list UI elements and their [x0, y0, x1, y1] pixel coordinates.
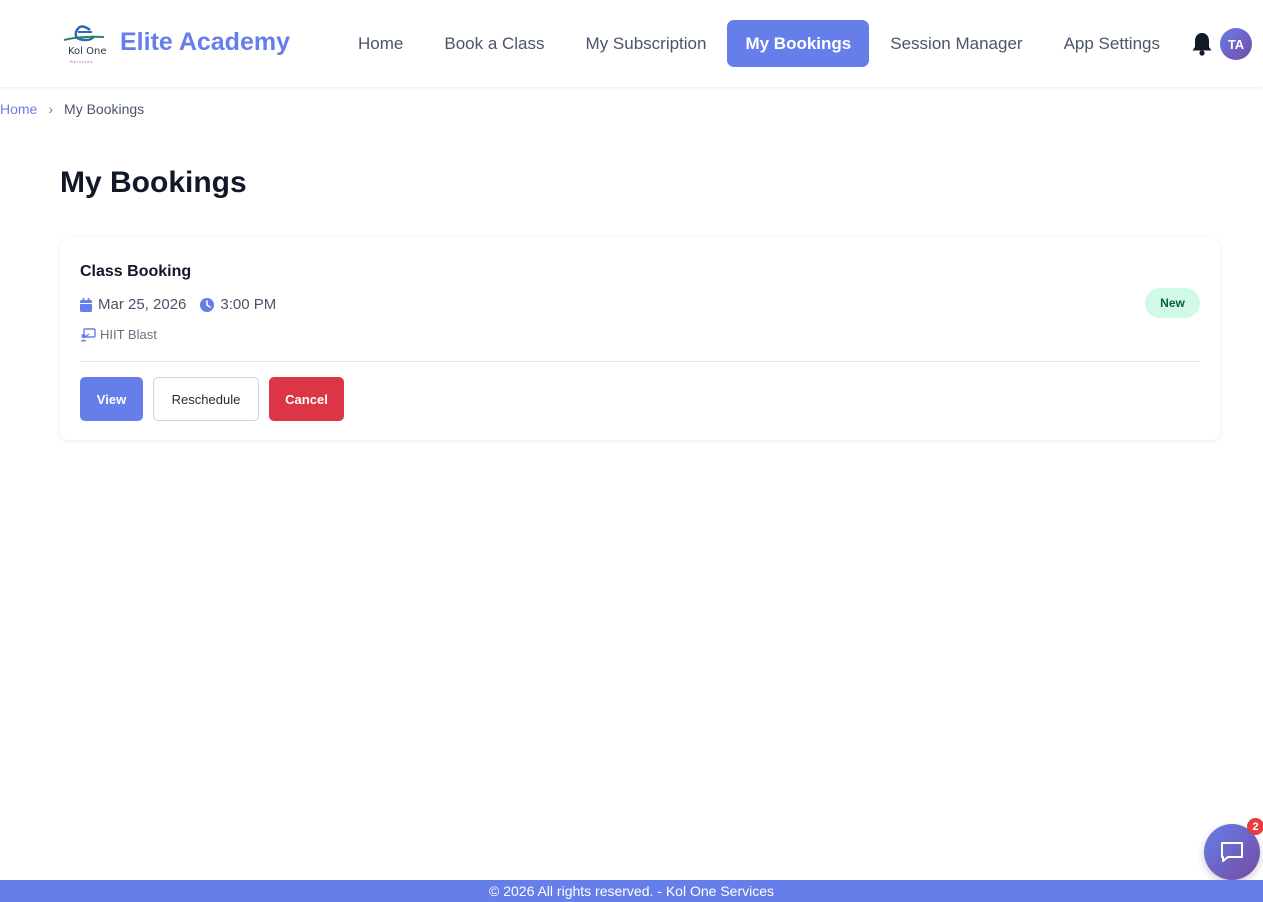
view-button[interactable]: View	[80, 377, 143, 421]
user-avatar[interactable]: TA	[1220, 28, 1252, 60]
nav-item-my-subscription[interactable]: My Subscription	[566, 20, 727, 67]
logo-text: Kol One	[68, 46, 107, 57]
main-nav: Home Book a Class My Subscription My Boo…	[338, 20, 1181, 67]
notification-bell-icon[interactable]	[1190, 31, 1214, 57]
booking-class-name: HIIT Blast	[100, 327, 157, 342]
cancel-button[interactable]: Cancel	[269, 377, 344, 421]
card-divider	[80, 361, 1200, 362]
booking-card: Class Booking Mar 25, 2026 3:00 PM HIIT …	[60, 238, 1220, 440]
brand[interactable]: Kol One Services Elite Academy	[60, 20, 290, 65]
booking-time-wrap: 3:00 PM	[200, 296, 276, 313]
footer-text: © 2026 All rights reserved. - Kol One Se…	[489, 883, 774, 899]
booking-actions: View Reschedule Cancel	[80, 377, 354, 421]
calendar-icon	[80, 297, 92, 312]
nav-item-app-settings[interactable]: App Settings	[1044, 20, 1180, 67]
nav-item-session-manager[interactable]: Session Manager	[870, 20, 1042, 67]
chat-bubble-icon	[1221, 842, 1243, 862]
kol-one-logo: Kol One Services	[60, 20, 110, 65]
booking-title: Class Booking	[80, 263, 192, 280]
class-board-icon	[80, 327, 96, 341]
breadcrumb-home-link[interactable]: Home	[0, 101, 37, 117]
page-title: My Bookings	[60, 166, 247, 199]
nav-item-book-a-class[interactable]: Book a Class	[424, 20, 564, 67]
booking-date: Mar 25, 2026	[98, 296, 187, 313]
clock-icon	[200, 297, 215, 312]
nav-item-home[interactable]: Home	[338, 20, 423, 67]
reschedule-button[interactable]: Reschedule	[153, 377, 259, 421]
breadcrumb-separator: ›	[48, 101, 54, 117]
booking-time: 3:00 PM	[220, 296, 277, 313]
top-navbar: Kol One Services Elite Academy Home Book…	[0, 0, 1263, 87]
booking-class: HIIT Blast	[80, 327, 157, 342]
chat-unread-badge: 2	[1247, 818, 1263, 835]
logo-subtext: Services	[70, 59, 94, 64]
brand-name: Elite Academy	[120, 28, 290, 56]
footer: © 2026 All rights reserved. - Kol One Se…	[0, 880, 1263, 902]
breadcrumb: Home › My Bookings	[0, 101, 144, 117]
breadcrumb-current: My Bookings	[64, 101, 145, 117]
nav-item-my-bookings[interactable]: My Bookings	[727, 20, 870, 67]
booking-datetime: Mar 25, 2026 3:00 PM	[80, 296, 276, 313]
status-badge: New	[1145, 288, 1200, 318]
